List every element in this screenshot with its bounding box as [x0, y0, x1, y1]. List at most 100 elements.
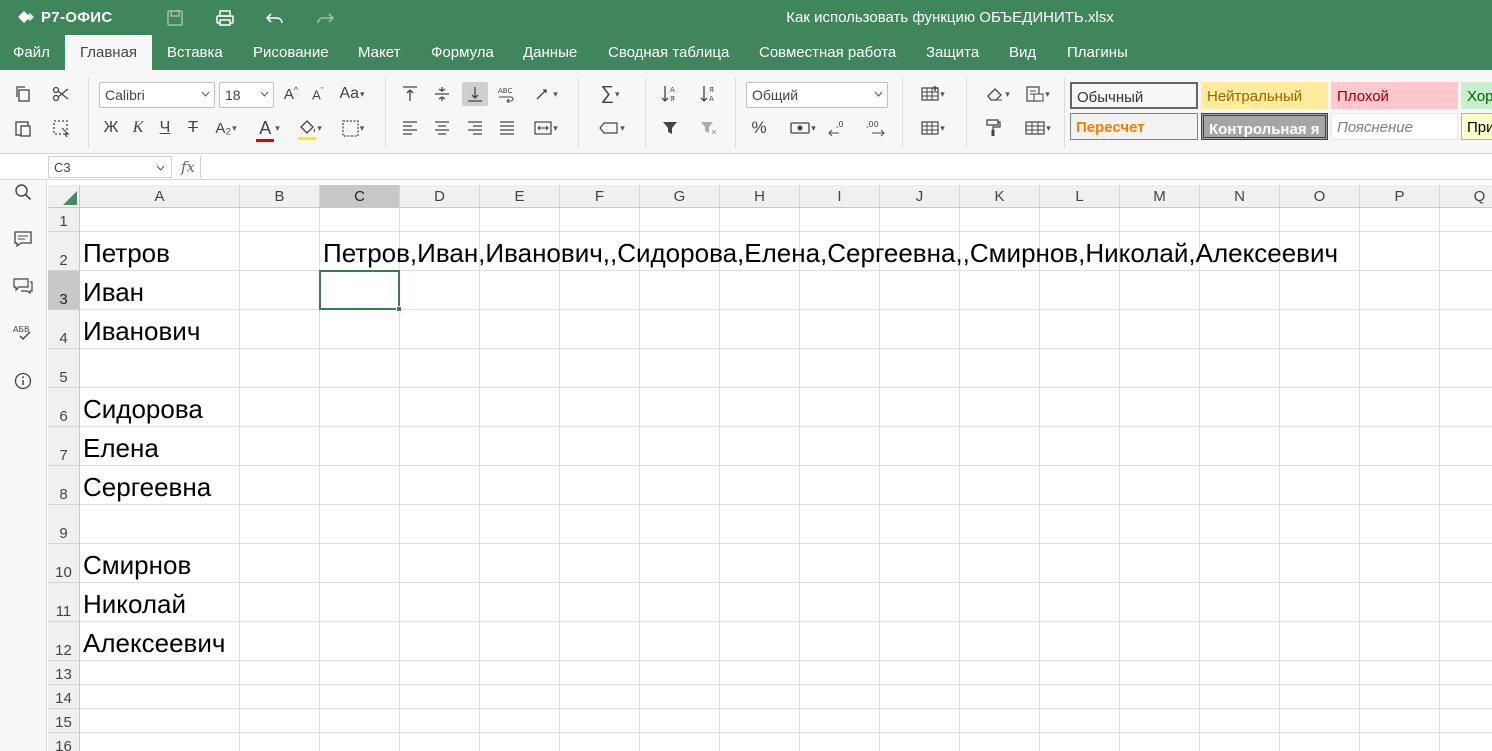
strikethrough-button[interactable]: Т	[180, 116, 206, 140]
column-header-g[interactable]: G	[640, 185, 720, 208]
text-orientation-button[interactable]: ▾	[528, 82, 564, 106]
sort-ascending-icon[interactable]: AЯ	[657, 82, 683, 106]
row-header-16[interactable]: 16	[48, 733, 80, 751]
column-header-j[interactable]: J	[880, 185, 960, 208]
italic-button[interactable]: К	[125, 116, 151, 140]
align-bottom-icon[interactable]	[462, 82, 488, 106]
align-middle-icon[interactable]	[429, 82, 455, 106]
row-header-5[interactable]: 5	[48, 349, 80, 388]
insert-cells-button[interactable]: ▾	[915, 82, 951, 106]
info-icon[interactable]	[11, 369, 35, 393]
row-header-6[interactable]: 6	[48, 388, 80, 427]
cell-a12[interactable]: Алексеевич	[80, 622, 225, 661]
spreadsheet-grid[interactable]: ABCDEFGHIJKLMNOPQ 1 2 3 4 5 6 7 8 9 10 11 12 13 14 15 1…	[48, 185, 1492, 751]
chat-icon[interactable]	[11, 274, 35, 298]
paste-icon[interactable]	[10, 116, 36, 140]
number-format-select[interactable]: Общий	[746, 82, 888, 108]
font-size-select[interactable]: 18	[219, 82, 274, 108]
row-header-7[interactable]: 7	[48, 427, 80, 466]
cell-a11[interactable]: Николай	[80, 583, 186, 622]
tab-protection[interactable]: Защита	[913, 35, 992, 70]
tab-layout[interactable]: Макет	[345, 35, 413, 70]
bold-button[interactable]: Ж	[98, 116, 124, 140]
spellcheck-icon[interactable]: АБВ	[11, 321, 35, 345]
align-center-icon[interactable]	[429, 116, 455, 140]
clear-button[interactable]: ▾	[980, 82, 1016, 106]
tab-formula[interactable]: Формула	[418, 35, 507, 70]
cell-c2[interactable]: Петров,Иван,Иванович,,Сидорова,Елена,Сер…	[320, 232, 1338, 271]
tab-pivot[interactable]: Сводная таблица	[595, 35, 742, 70]
percent-button[interactable]: %	[746, 116, 772, 140]
column-header-q[interactable]: Q	[1440, 185, 1492, 208]
style-good[interactable]: Хор	[1461, 82, 1492, 109]
increase-decimal-icon[interactable]: ,00	[862, 116, 888, 140]
column-header-f[interactable]: F	[560, 185, 640, 208]
cell-a6[interactable]: Сидорова	[80, 388, 203, 427]
row-header-11[interactable]: 11	[48, 583, 80, 622]
cell-a3[interactable]: Иван	[80, 271, 144, 310]
change-case-button[interactable]: Aa ▾	[334, 82, 370, 106]
align-right-icon[interactable]	[462, 116, 488, 140]
selected-cell[interactable]	[319, 270, 400, 310]
row-header-4[interactable]: 4	[48, 310, 80, 349]
align-top-icon[interactable]	[397, 82, 423, 106]
tab-data[interactable]: Данные	[510, 35, 590, 70]
cell-a2[interactable]: Петров	[80, 232, 170, 271]
fill-color-button[interactable]: ▾	[292, 116, 328, 140]
style-note[interactable]: При	[1461, 113, 1492, 140]
style-normal[interactable]: Обычный	[1070, 82, 1198, 109]
column-header-h[interactable]: H	[720, 185, 800, 208]
column-header-b[interactable]: B	[240, 185, 320, 208]
font-name-select[interactable]: Calibri	[99, 82, 215, 108]
column-header-n[interactable]: N	[1200, 185, 1280, 208]
select-all-icon[interactable]	[48, 116, 74, 140]
decrease-font-icon[interactable]: Aˇ	[305, 82, 331, 106]
column-header-p[interactable]: P	[1360, 185, 1440, 208]
name-box[interactable]: C3	[48, 156, 172, 178]
style-calculation[interactable]: Пересчет	[1070, 113, 1198, 140]
formula-input[interactable]	[206, 159, 1486, 177]
cell-a7[interactable]: Елена	[80, 427, 159, 466]
wrap-text-icon[interactable]: ABC	[494, 82, 520, 106]
copy-icon[interactable]	[10, 82, 36, 106]
fill-handle[interactable]	[396, 306, 402, 312]
currency-button[interactable]: ▾	[785, 116, 821, 140]
row-header-12[interactable]: 12	[48, 622, 80, 661]
row-header-1[interactable]: 1	[48, 208, 80, 232]
cell-a4[interactable]: Иванович	[80, 310, 200, 349]
cell-a8[interactable]: Сергеевна	[80, 466, 211, 505]
search-icon[interactable]	[11, 180, 35, 204]
tab-draw[interactable]: Рисование	[240, 35, 342, 70]
style-check-cell[interactable]: Контрольная я	[1201, 113, 1328, 140]
row-header-9[interactable]: 9	[48, 505, 80, 544]
borders-button[interactable]: ▾	[335, 116, 371, 140]
cell-a10[interactable]: Смирнов	[80, 544, 191, 583]
subscript-button[interactable]: A₂ ▾	[210, 116, 242, 140]
tab-plugins[interactable]: Плагины	[1054, 35, 1141, 70]
column-header-l[interactable]: L	[1040, 185, 1120, 208]
tab-view[interactable]: Вид	[996, 35, 1049, 70]
format-painter-icon[interactable]	[980, 116, 1006, 140]
column-header-o[interactable]: O	[1280, 185, 1360, 208]
named-ranges-button[interactable]: ▾	[592, 116, 632, 140]
row-header-10[interactable]: 10	[48, 544, 80, 583]
column-header-e[interactable]: E	[480, 185, 560, 208]
format-as-table-button[interactable]: ▾	[1020, 116, 1056, 140]
comments-icon[interactable]	[11, 227, 35, 251]
tab-file[interactable]: Файл	[0, 35, 63, 70]
style-explanatory[interactable]: Пояснение	[1331, 113, 1458, 140]
clear-filter-icon[interactable]	[696, 116, 722, 140]
function-icon[interactable]: fx	[176, 156, 200, 178]
row-header-8[interactable]: 8	[48, 466, 80, 505]
conditional-format-button[interactable]: ▾	[1020, 82, 1056, 106]
select-all-corner[interactable]	[48, 185, 80, 208]
column-header-d[interactable]: D	[400, 185, 480, 208]
column-header-m[interactable]: M	[1120, 185, 1200, 208]
column-header-i[interactable]: I	[800, 185, 880, 208]
decrease-decimal-icon[interactable]: ,0	[825, 116, 851, 140]
cut-icon[interactable]	[48, 82, 74, 106]
align-left-icon[interactable]	[397, 116, 423, 140]
row-header-15[interactable]: 15	[48, 709, 80, 733]
column-header-k[interactable]: K	[960, 185, 1040, 208]
row-header-14[interactable]: 14	[48, 685, 80, 709]
